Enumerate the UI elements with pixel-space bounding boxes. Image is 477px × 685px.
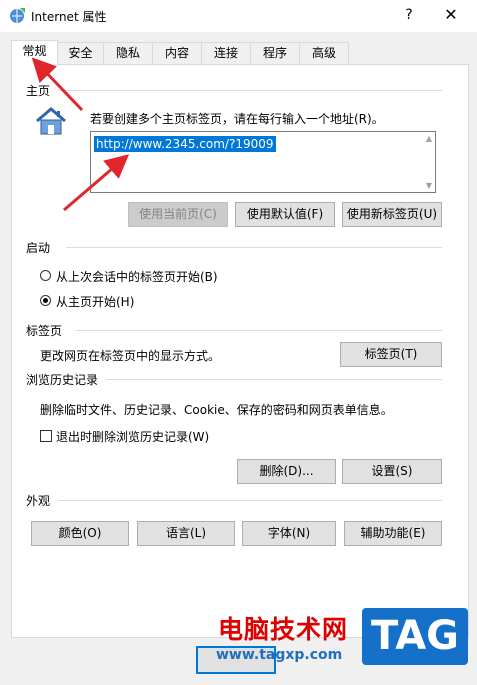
- scroll-down-icon[interactable]: ▼: [426, 181, 432, 190]
- tab-security[interactable]: 安全: [57, 42, 104, 64]
- startup-group-label: 启动: [26, 241, 51, 255]
- tabs-description: 更改网页在标签页中的显示方式。: [40, 349, 221, 363]
- tab-advanced[interactable]: 高级: [299, 42, 349, 64]
- tab-privacy[interactable]: 隐私: [103, 42, 153, 64]
- tabs-group-line: [76, 330, 442, 331]
- help-button[interactable]: ?: [398, 4, 420, 26]
- close-button[interactable]: ✕: [440, 4, 462, 26]
- startup-last-session-radio[interactable]: [40, 270, 51, 281]
- tab-programs[interactable]: 程序: [250, 42, 300, 64]
- startup-home-label: 从主页开始(H): [56, 295, 135, 309]
- home-group-line: [58, 90, 442, 91]
- watermark-site-name: 电脑技术网: [218, 615, 349, 644]
- history-group-line: [106, 379, 442, 380]
- history-description: 删除临时文件、历史记录、Cookie、保存的密码和网页表单信息。: [40, 403, 393, 417]
- startup-last-session-label: 从上次会话中的标签页开始(B): [56, 270, 218, 284]
- watermark-url: www.tagxp.com: [216, 647, 343, 663]
- colors-button[interactable]: 颜色(O): [31, 521, 129, 546]
- appearance-group-line: [58, 500, 442, 501]
- use-new-tab-button[interactable]: 使用新标签页(U): [342, 202, 442, 227]
- tabs-settings-button[interactable]: 标签页(T): [340, 342, 442, 367]
- startup-home-radio[interactable]: [40, 295, 51, 306]
- scroll-up-icon[interactable]: ▲: [426, 134, 432, 143]
- home-description: 若要创建多个主页标签页，请在每行输入一个地址(R)。: [90, 112, 384, 126]
- watermark-tag-logo: TAG: [362, 608, 468, 665]
- window-title: Internet 属性: [31, 10, 107, 24]
- fonts-button[interactable]: 字体(N): [242, 521, 336, 546]
- title-bar: Internet 属性 ? ✕: [0, 0, 477, 32]
- delete-on-exit-checkbox[interactable]: [40, 430, 52, 442]
- history-group-label: 浏览历史记录: [26, 373, 99, 387]
- accessibility-button[interactable]: 辅助功能(E): [344, 521, 442, 546]
- home-group-label: 主页: [26, 84, 51, 98]
- tabs-group-label: 标签页: [26, 324, 63, 338]
- delete-on-exit-label: 退出时删除浏览历史记录(W): [56, 430, 210, 444]
- startup-group-line: [66, 247, 442, 248]
- appearance-group-label: 外观: [26, 494, 51, 508]
- history-settings-button[interactable]: 设置(S): [342, 459, 442, 484]
- home-house-icon: [36, 107, 66, 135]
- use-current-button[interactable]: 使用当前页(C): [128, 202, 228, 227]
- tab-connections[interactable]: 连接: [201, 42, 251, 64]
- delete-history-button[interactable]: 删除(D)...: [237, 459, 336, 484]
- internet-options-icon: [10, 8, 25, 23]
- tab-content[interactable]: 内容: [152, 42, 202, 64]
- use-default-button[interactable]: 使用默认值(F): [235, 202, 335, 227]
- languages-button[interactable]: 语言(L): [137, 521, 235, 546]
- home-url-value: http://www.2345.com/?19009: [94, 136, 276, 152]
- tab-general[interactable]: 常规: [11, 40, 58, 66]
